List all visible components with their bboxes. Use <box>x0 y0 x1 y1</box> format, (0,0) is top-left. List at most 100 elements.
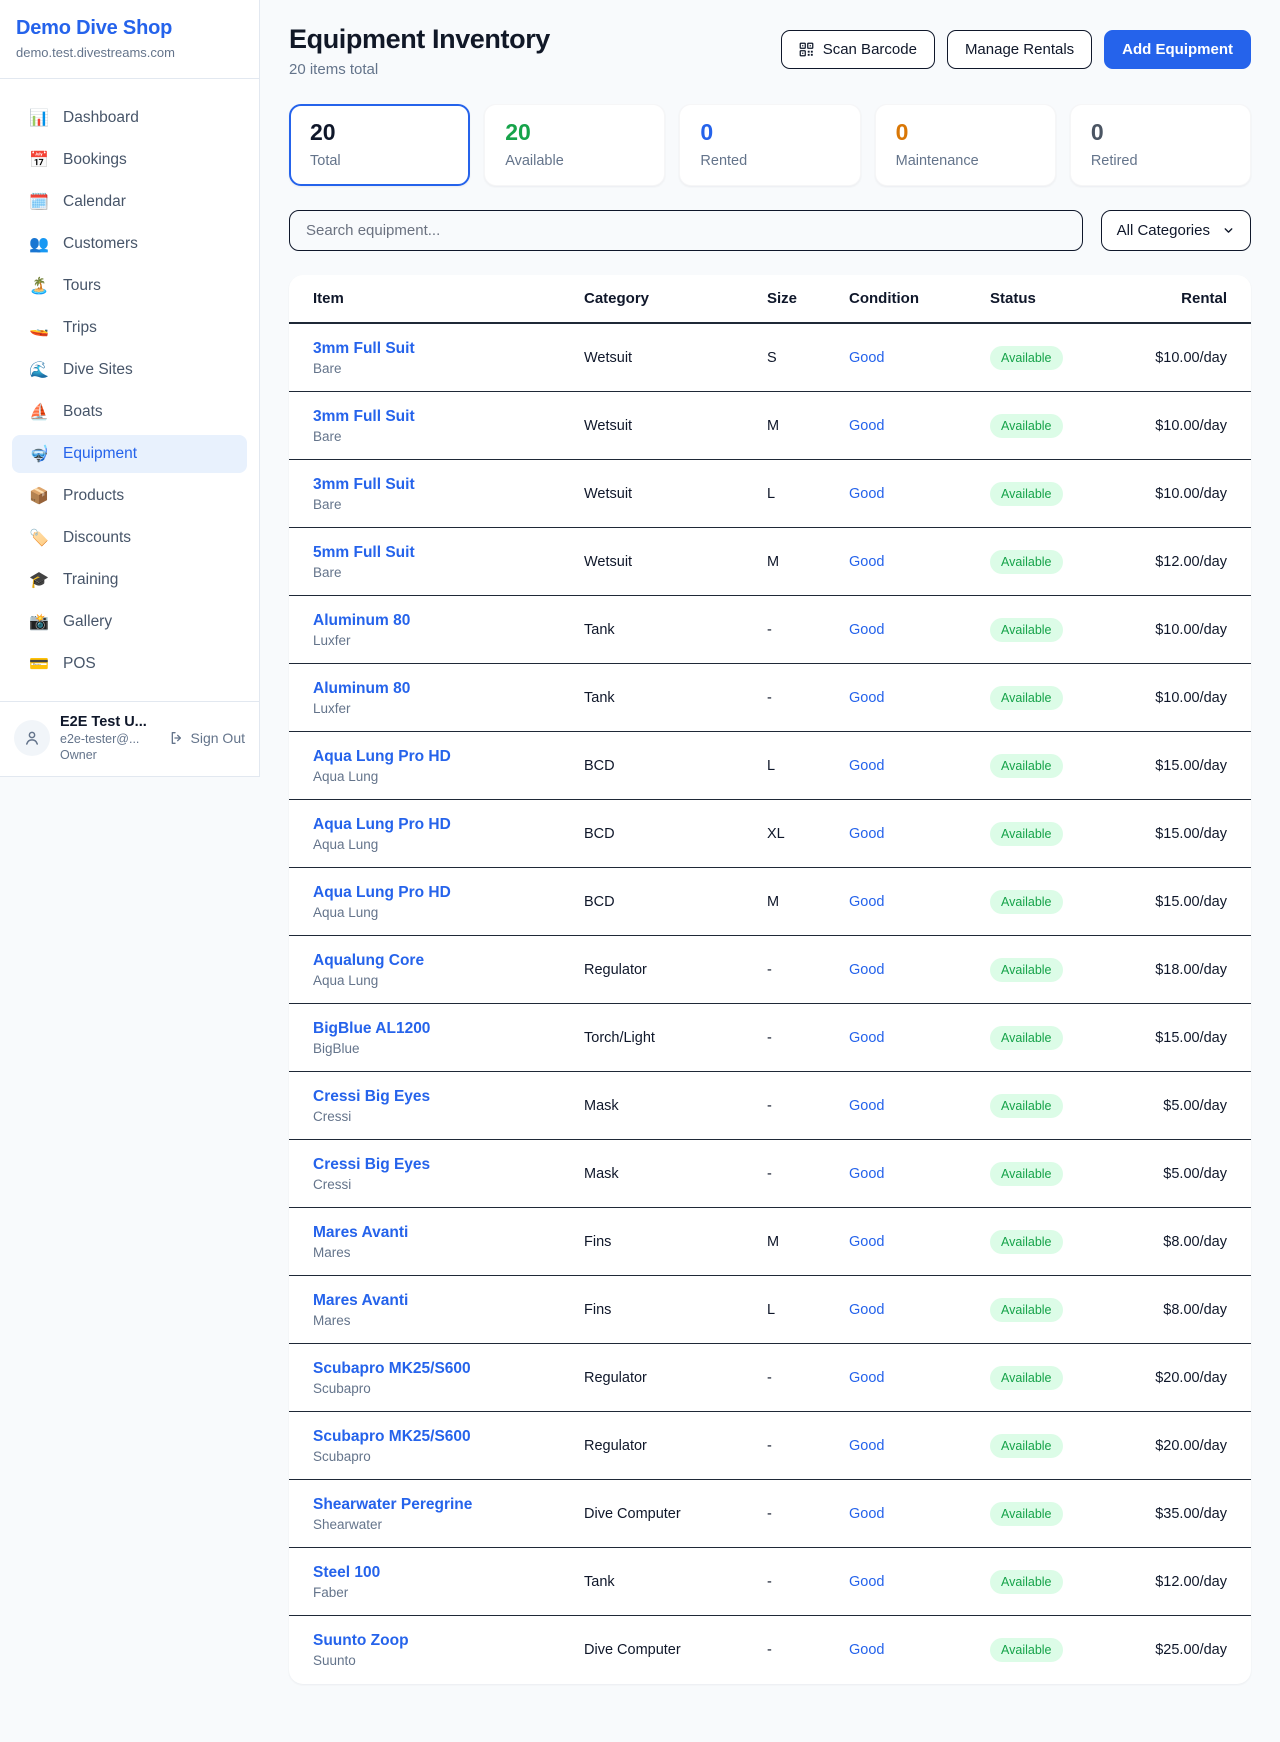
search-input[interactable] <box>289 210 1083 251</box>
stat-card-maintenance[interactable]: 0 Maintenance <box>875 104 1056 186</box>
condition-link[interactable]: Good <box>849 1506 990 1522</box>
condition-link[interactable]: Good <box>849 554 990 570</box>
stat-card-total[interactable]: 20 Total <box>289 104 470 186</box>
item-name-link[interactable]: Mares Avanti <box>313 1224 584 1242</box>
sidebar-item-training[interactable]: 🎓 Training <box>12 561 247 599</box>
sidebar-item-bookings[interactable]: 📅 Bookings <box>12 141 247 179</box>
item-brand: Luxfer <box>313 633 584 648</box>
condition-link[interactable]: Good <box>849 1642 990 1658</box>
item-name-link[interactable]: Aluminum 80 <box>313 680 584 698</box>
status-cell: Available <box>990 1026 1120 1050</box>
sign-out-button[interactable]: Sign Out <box>169 730 245 746</box>
item-cell: BigBlue AL1200 BigBlue <box>313 1020 584 1056</box>
condition-link[interactable]: Good <box>849 894 990 910</box>
scan-barcode-button[interactable]: Scan Barcode <box>781 30 935 69</box>
condition-link[interactable]: Good <box>849 350 990 366</box>
item-brand: Aqua Lung <box>313 905 584 920</box>
sidebar-item-boats[interactable]: ⛵ Boats <box>12 393 247 431</box>
rental-cell: $10.00/day <box>1120 622 1227 638</box>
sidebar-item-gallery[interactable]: 📸 Gallery <box>12 603 247 641</box>
sidebar-item-tours[interactable]: 🏝️ Tours <box>12 267 247 305</box>
sidebar-item-dive-sites[interactable]: 🌊 Dive Sites <box>12 351 247 389</box>
item-name-link[interactable]: 5mm Full Suit <box>313 544 584 562</box>
sidebar-item-label: Bookings <box>63 151 127 169</box>
sidebar-item-label: Discounts <box>63 529 131 547</box>
condition-link[interactable]: Good <box>849 690 990 706</box>
condition-link[interactable]: Good <box>849 1302 990 1318</box>
status-cell: Available <box>990 958 1120 982</box>
sidebar-item-trips[interactable]: 🚤 Trips <box>12 309 247 347</box>
sidebar-item-customers[interactable]: 👥 Customers <box>12 225 247 263</box>
camera-flash-icon: 📸 <box>28 612 50 632</box>
item-name-link[interactable]: Cressi Big Eyes <box>313 1156 584 1174</box>
category-select[interactable]: All Categories <box>1101 210 1251 251</box>
manage-rentals-button[interactable]: Manage Rentals <box>947 30 1092 69</box>
item-name-link[interactable]: Aqua Lung Pro HD <box>313 884 584 902</box>
condition-link[interactable]: Good <box>849 1574 990 1590</box>
avatar <box>14 720 50 756</box>
item-name-link[interactable]: Scubapro MK25/S600 <box>313 1360 584 1378</box>
status-cell: Available <box>990 822 1120 846</box>
condition-link[interactable]: Good <box>849 418 990 434</box>
label-tag-icon: 🏷️ <box>28 528 50 548</box>
sidebar-item-products[interactable]: 📦 Products <box>12 477 247 515</box>
item-name-link[interactable]: Steel 100 <box>313 1564 584 1582</box>
status-badge: Available <box>990 1570 1063 1594</box>
qr-code-icon <box>799 42 814 57</box>
condition-link[interactable]: Good <box>849 1234 990 1250</box>
sidebar-item-discounts[interactable]: 🏷️ Discounts <box>12 519 247 557</box>
item-name-link[interactable]: 3mm Full Suit <box>313 340 584 358</box>
item-name-link[interactable]: Aluminum 80 <box>313 612 584 630</box>
condition-link[interactable]: Good <box>849 1370 990 1386</box>
condition-link[interactable]: Good <box>849 758 990 774</box>
item-name-link[interactable]: Aqua Lung Pro HD <box>313 816 584 834</box>
item-name-link[interactable]: BigBlue AL1200 <box>313 1020 584 1038</box>
stat-card-rented[interactable]: 0 Rented <box>679 104 860 186</box>
item-name-link[interactable]: Suunto Zoop <box>313 1632 584 1650</box>
item-cell: Mares Avanti Mares <box>313 1292 584 1328</box>
item-name-link[interactable]: Shearwater Peregrine <box>313 1496 584 1514</box>
sailboat-icon: ⛵ <box>28 402 50 422</box>
condition-link[interactable]: Good <box>849 1438 990 1454</box>
item-cell: Cressi Big Eyes Cressi <box>313 1088 584 1124</box>
item-name-link[interactable]: Aqua Lung Pro HD <box>313 748 584 766</box>
item-brand: Cressi <box>313 1177 584 1192</box>
item-cell: Aqua Lung Pro HD Aqua Lung <box>313 748 584 784</box>
condition-link[interactable]: Good <box>849 1166 990 1182</box>
condition-link[interactable]: Good <box>849 622 990 638</box>
table-row: Aluminum 80 Luxfer Tank - Good Available… <box>289 596 1251 664</box>
manage-rentals-label: Manage Rentals <box>965 41 1074 58</box>
item-name-link[interactable]: 3mm Full Suit <box>313 408 584 426</box>
size-cell: - <box>767 1098 849 1114</box>
item-name-link[interactable]: Scubapro MK25/S600 <box>313 1428 584 1446</box>
stat-card-available[interactable]: 20 Available <box>484 104 665 186</box>
condition-link[interactable]: Good <box>849 1030 990 1046</box>
condition-link[interactable]: Good <box>849 962 990 978</box>
table-row: 3mm Full Suit Bare Wetsuit L Good Availa… <box>289 460 1251 528</box>
table-row: Aqualung Core Aqua Lung Regulator - Good… <box>289 936 1251 1004</box>
sidebar-item-equipment[interactable]: 🤿 Equipment <box>12 435 247 473</box>
status-badge: Available <box>990 1434 1063 1458</box>
condition-link[interactable]: Good <box>849 826 990 842</box>
status-badge: Available <box>990 1638 1063 1662</box>
item-name-link[interactable]: Aqualung Core <box>313 952 584 970</box>
item-name-link[interactable]: Mares Avanti <box>313 1292 584 1310</box>
item-name-link[interactable]: 3mm Full Suit <box>313 476 584 494</box>
sidebar-item-calendar[interactable]: 🗓️ Calendar <box>12 183 247 221</box>
category-cell: Regulator <box>584 1370 767 1386</box>
table-row: Shearwater Peregrine Shearwater Dive Com… <box>289 1480 1251 1548</box>
stat-card-retired[interactable]: 0 Retired <box>1070 104 1251 186</box>
condition-link[interactable]: Good <box>849 1098 990 1114</box>
sidebar-item-label: Calendar <box>63 193 126 211</box>
table-row: Cressi Big Eyes Cressi Mask - Good Avail… <box>289 1072 1251 1140</box>
sidebar-item-label: Training <box>63 571 118 589</box>
sidebar-item-pos[interactable]: 💳 POS <box>12 645 247 683</box>
credit-card-icon: 💳 <box>28 654 50 674</box>
page-title: Equipment Inventory <box>289 24 550 55</box>
rental-cell: $15.00/day <box>1120 758 1227 774</box>
status-cell: Available <box>990 346 1120 370</box>
condition-link[interactable]: Good <box>849 486 990 502</box>
item-name-link[interactable]: Cressi Big Eyes <box>313 1088 584 1106</box>
sidebar-item-dashboard[interactable]: 📊 Dashboard <box>12 99 247 137</box>
add-equipment-button[interactable]: Add Equipment <box>1104 30 1251 69</box>
